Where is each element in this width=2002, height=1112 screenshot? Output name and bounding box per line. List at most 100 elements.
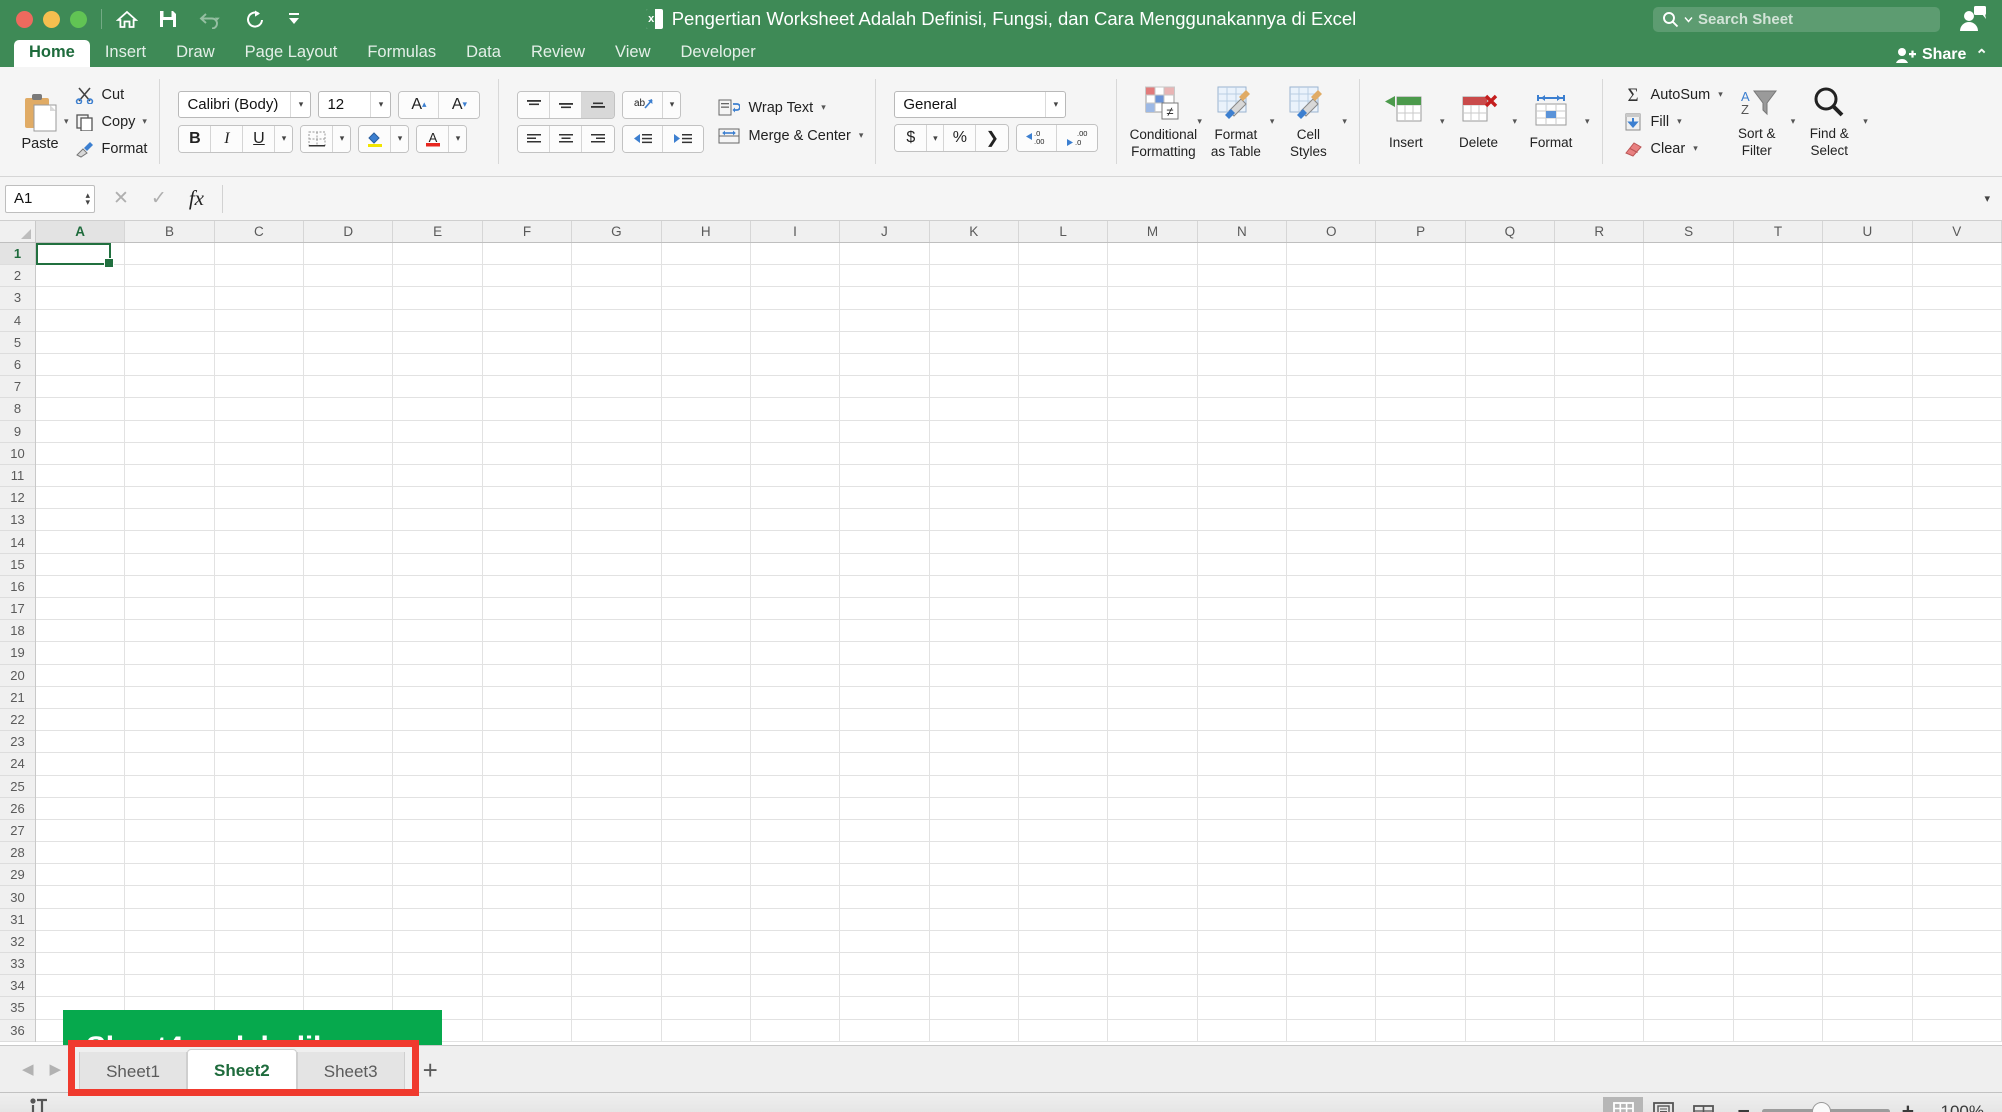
- close-window-button[interactable]: [16, 10, 33, 28]
- cell-K27[interactable]: [929, 819, 1019, 843]
- cell-H11[interactable]: [661, 464, 751, 488]
- column-header-Q[interactable]: Q: [1465, 221, 1556, 242]
- column-header-D[interactable]: D: [304, 221, 394, 242]
- cell-F13[interactable]: [482, 509, 573, 532]
- cell-H17[interactable]: [661, 598, 751, 621]
- cell-U19[interactable]: [1823, 642, 1913, 665]
- cell-O19[interactable]: [1287, 642, 1377, 665]
- cell-R17[interactable]: [1555, 598, 1645, 621]
- cell-O7[interactable]: [1287, 376, 1377, 399]
- cell-U25[interactable]: [1823, 775, 1913, 798]
- cell-Q4[interactable]: [1465, 309, 1556, 332]
- cell-O28[interactable]: [1287, 842, 1377, 865]
- cell-F1[interactable]: [482, 243, 573, 266]
- cell-G29[interactable]: [572, 864, 662, 887]
- font-color-button[interactable]: A: [417, 125, 450, 152]
- cell-J33[interactable]: [840, 953, 930, 976]
- cell-M14[interactable]: [1108, 531, 1198, 554]
- cell-H9[interactable]: [661, 420, 751, 443]
- format-dropdown-icon[interactable]: ▾: [1585, 116, 1590, 127]
- cell-V23[interactable]: [1912, 731, 2002, 754]
- cell-O30[interactable]: [1287, 886, 1377, 909]
- cell-E8[interactable]: [393, 398, 483, 421]
- row-header-28[interactable]: 28: [0, 842, 35, 865]
- cell-O16[interactable]: [1287, 575, 1377, 598]
- cell-E1[interactable]: [393, 243, 483, 266]
- cell-J32[interactable]: [840, 930, 930, 953]
- zoom-out-button[interactable]: −: [1737, 1100, 1749, 1112]
- cell-G12[interactable]: [572, 487, 662, 510]
- cell-K19[interactable]: [929, 642, 1019, 665]
- format-painter-button[interactable]: Format: [75, 136, 147, 161]
- cell-N14[interactable]: [1197, 531, 1288, 554]
- tab-home[interactable]: Home: [14, 40, 90, 67]
- cell-V26[interactable]: [1912, 797, 2002, 820]
- cell-R15[interactable]: [1555, 553, 1645, 576]
- cell-J35[interactable]: [840, 997, 930, 1020]
- tab-data[interactable]: Data: [451, 40, 516, 67]
- wrap-text-dropdown-icon[interactable]: ▾: [821, 102, 826, 113]
- cell-B4[interactable]: [125, 309, 215, 332]
- cell-D30[interactable]: [304, 886, 394, 909]
- cell-H36[interactable]: [661, 1019, 751, 1042]
- confirm-check-icon[interactable]: ✓: [151, 187, 167, 210]
- cell-N30[interactable]: [1197, 886, 1288, 909]
- cell-J31[interactable]: [840, 908, 930, 931]
- cell-U30[interactable]: [1823, 886, 1913, 909]
- cell-A22[interactable]: [36, 708, 126, 732]
- cell-N2[interactable]: [1197, 265, 1288, 288]
- cell-K15[interactable]: [929, 553, 1019, 576]
- column-header-H[interactable]: H: [661, 221, 751, 242]
- chevron-down-icon[interactable]: ▾: [1045, 92, 1065, 117]
- cell-O12[interactable]: [1287, 487, 1377, 510]
- cell-S15[interactable]: [1644, 553, 1734, 576]
- cell-S25[interactable]: [1644, 775, 1734, 798]
- cell-N7[interactable]: [1197, 376, 1288, 399]
- find-select-button[interactable]: Find & Select: [1795, 86, 1863, 158]
- italic-button[interactable]: I: [211, 125, 244, 152]
- cell-E33[interactable]: [393, 953, 483, 976]
- cell-M27[interactable]: [1108, 819, 1198, 843]
- cell-V22[interactable]: [1912, 708, 2002, 732]
- cell-M33[interactable]: [1108, 953, 1198, 976]
- cell-F21[interactable]: [482, 686, 573, 709]
- cell-I23[interactable]: [750, 731, 841, 754]
- cell-O34[interactable]: [1287, 975, 1377, 998]
- cell-H30[interactable]: [661, 886, 751, 909]
- cell-D20[interactable]: [304, 664, 394, 687]
- cell-S12[interactable]: [1644, 487, 1734, 510]
- cell-D24[interactable]: [304, 753, 394, 776]
- cell-Q32[interactable]: [1465, 930, 1556, 953]
- cell-T29[interactable]: [1733, 864, 1824, 887]
- cell-D12[interactable]: [304, 487, 394, 510]
- cell-A7[interactable]: [36, 376, 126, 399]
- row-header-5[interactable]: 5: [0, 332, 35, 354]
- cell-Q2[interactable]: [1465, 265, 1556, 288]
- cell-F14[interactable]: [482, 531, 573, 554]
- cell-P36[interactable]: [1376, 1019, 1466, 1042]
- cell-I8[interactable]: [750, 398, 841, 421]
- cell-N5[interactable]: [1197, 331, 1288, 354]
- cell-B12[interactable]: [125, 487, 215, 510]
- cell-E10[interactable]: [393, 442, 483, 465]
- cell-H28[interactable]: [661, 842, 751, 865]
- cell-V20[interactable]: [1912, 664, 2002, 687]
- cell-G15[interactable]: [572, 553, 662, 576]
- cell-Q24[interactable]: [1465, 753, 1556, 776]
- cell-S16[interactable]: [1644, 575, 1734, 598]
- cell-L16[interactable]: [1018, 575, 1109, 598]
- cell-D13[interactable]: [304, 509, 394, 532]
- cell-N29[interactable]: [1197, 864, 1288, 887]
- cell-L24[interactable]: [1018, 753, 1109, 776]
- cell-F2[interactable]: [482, 265, 573, 288]
- cell-S34[interactable]: [1644, 975, 1734, 998]
- cell-E17[interactable]: [393, 598, 483, 621]
- cell-U3[interactable]: [1823, 287, 1913, 310]
- percent-button[interactable]: %: [944, 125, 977, 151]
- cell-R5[interactable]: [1555, 331, 1645, 354]
- cell-H18[interactable]: [661, 620, 751, 643]
- cell-K24[interactable]: [929, 753, 1019, 776]
- cell-P29[interactable]: [1376, 864, 1466, 887]
- cell-N36[interactable]: [1197, 1019, 1288, 1042]
- row-header-33[interactable]: 33: [0, 953, 35, 976]
